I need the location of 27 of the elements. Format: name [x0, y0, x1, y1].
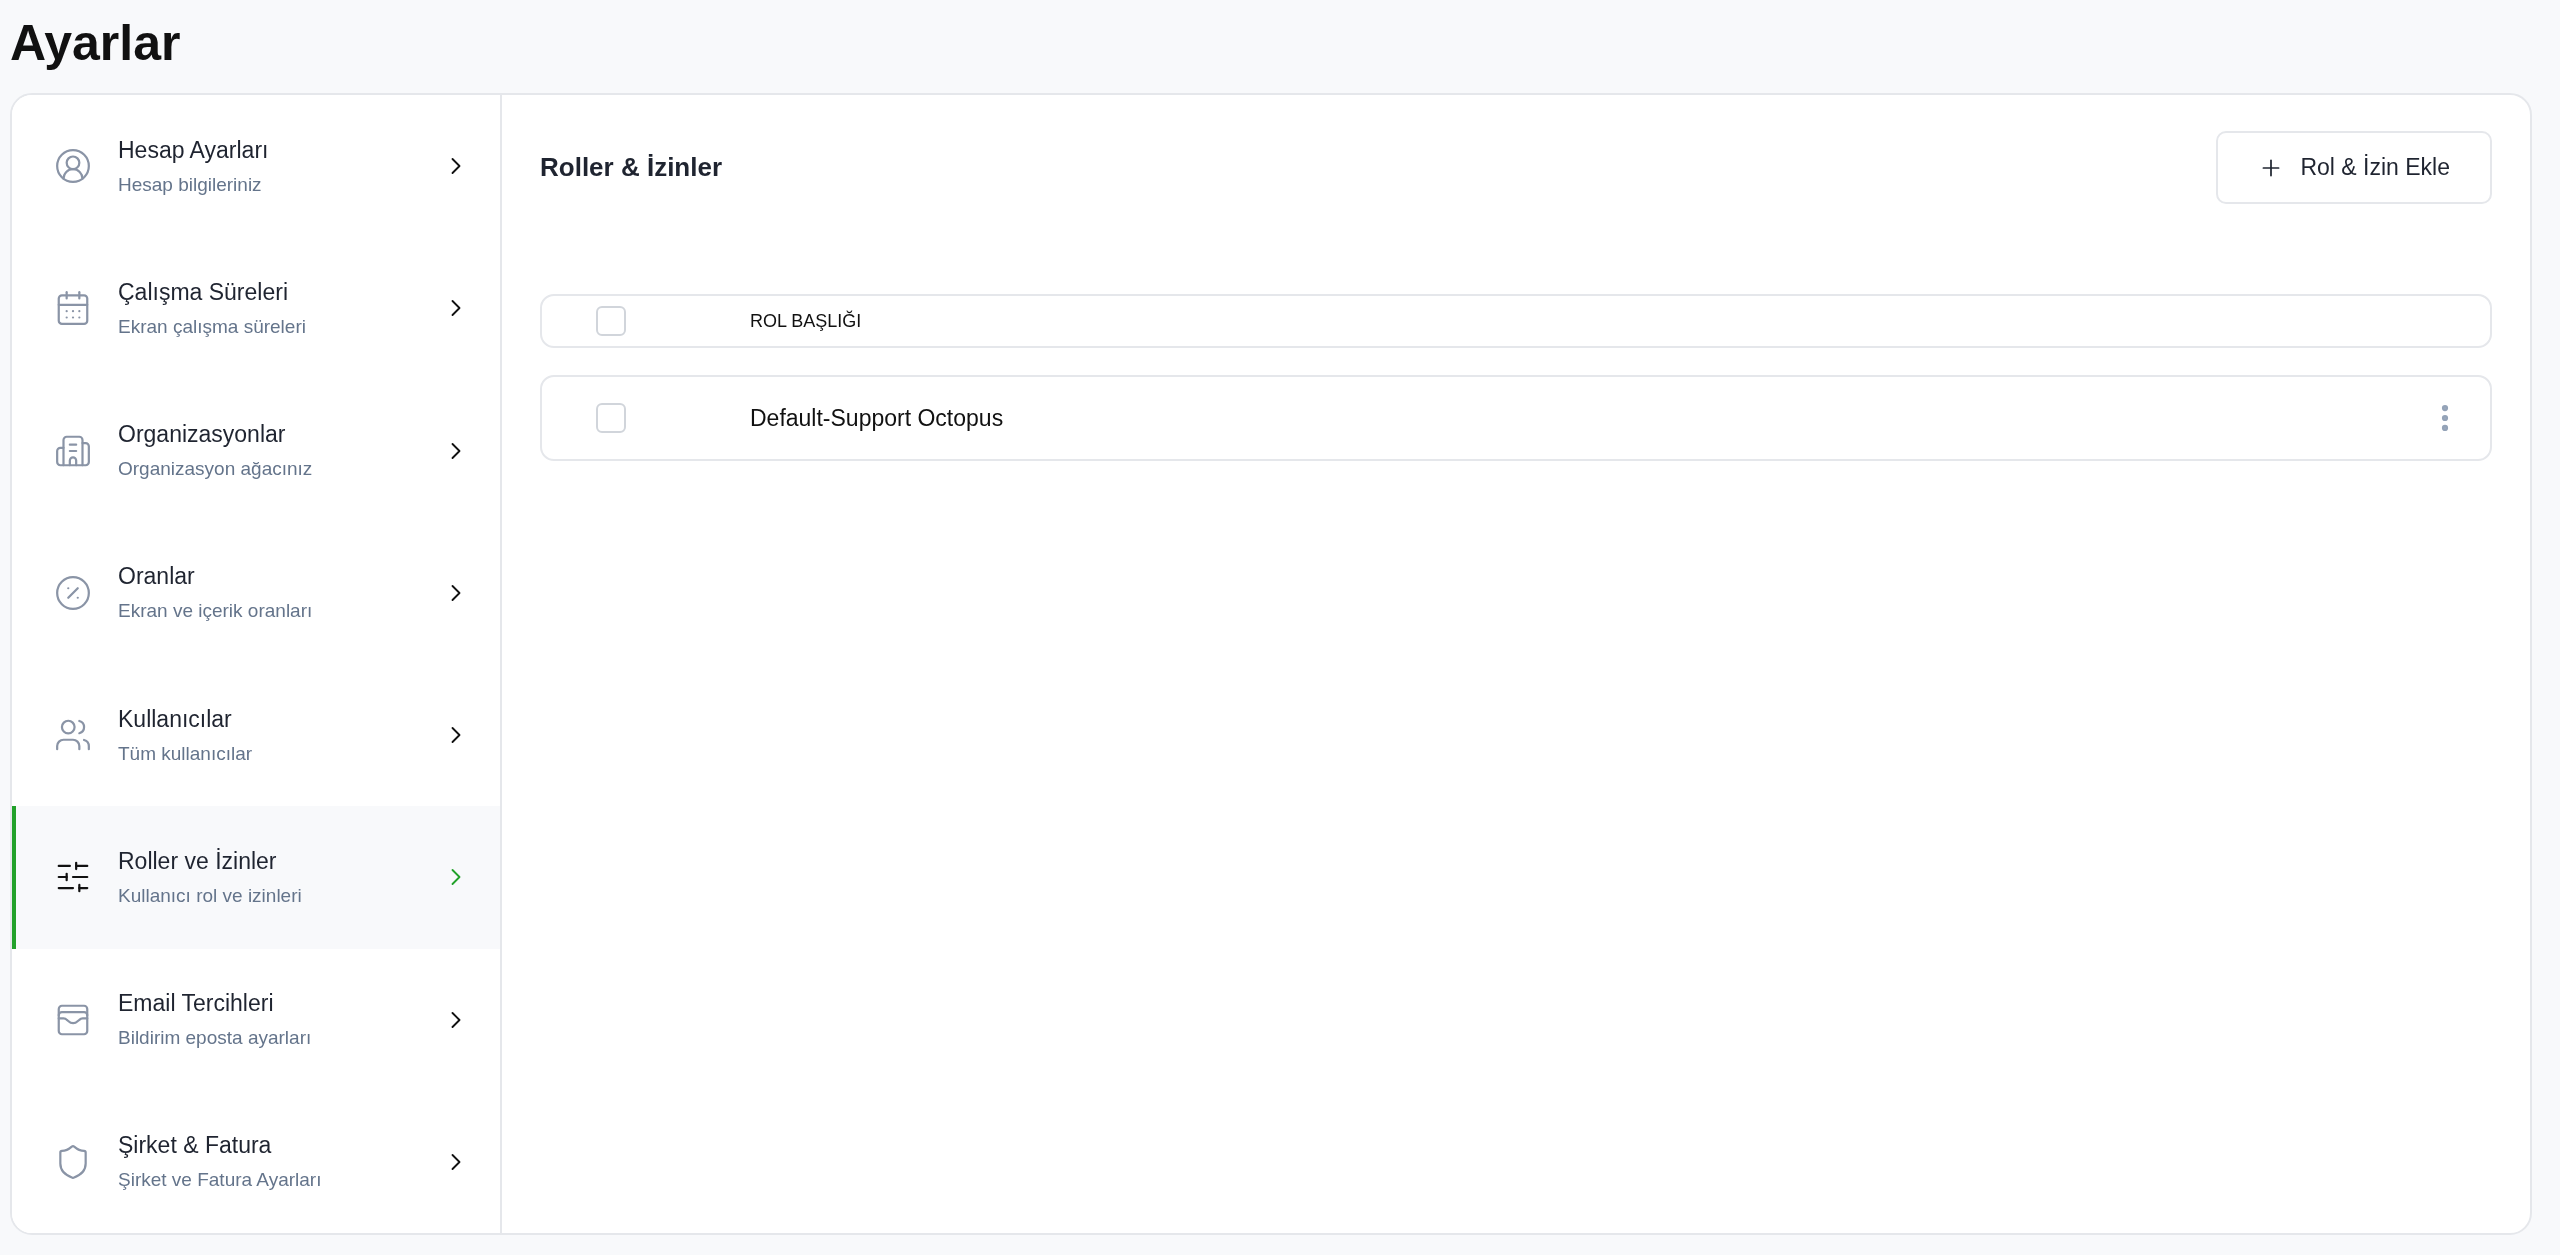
percent-icon: [54, 573, 92, 612]
item-title: Çalışma Süreleri: [118, 278, 289, 306]
item-subtitle: Şirket ve Fatura Ayarları: [118, 1169, 323, 1192]
item-subtitle: Organizasyon ağacınız: [118, 458, 314, 481]
sidebar-item[interactable]: Roller ve İzinler Kullanıcı rol ve izinleri: [12, 806, 500, 949]
table-row[interactable]: Default-Support Octopus: [540, 375, 2492, 461]
item-title: Kullanıcılar: [118, 705, 233, 733]
item-subtitle: Hesap bilgileriniz: [118, 173, 263, 196]
checkbox[interactable]: [596, 306, 626, 336]
item-subtitle: Bildirim eposta ayarları: [118, 1027, 313, 1050]
item-subtitle: Ekran ve içerik oranları: [118, 600, 314, 623]
item-title: Hesap Ayarları: [118, 136, 270, 164]
add-role-button[interactable]: Rol & İzin Ekle: [2216, 131, 2492, 204]
page-title: Ayarlar: [10, 16, 182, 71]
item-subtitle: Tüm kullanıcılar: [118, 742, 254, 765]
checkbox[interactable]: [596, 403, 626, 433]
item-title: Roller ve İzinler: [118, 847, 278, 875]
item-title: Organizasyonlar: [118, 421, 287, 449]
column-header: ROL BAŞLIĞI: [750, 310, 863, 332]
user-circle-icon: [54, 147, 92, 186]
item-title: Email Tercihleri: [118, 990, 275, 1018]
item-subtitle: Ekran çalışma süreleri: [118, 315, 307, 338]
item-title: Oranlar: [118, 563, 196, 591]
item-title: Şirket & Fatura: [118, 1132, 273, 1160]
table-cell-text: Default-Support Octopus: [750, 404, 1005, 432]
item-subtitle: Kullanıcı rol ve izinleri: [118, 884, 303, 907]
panel-title: Roller & İzinler: [540, 152, 723, 183]
